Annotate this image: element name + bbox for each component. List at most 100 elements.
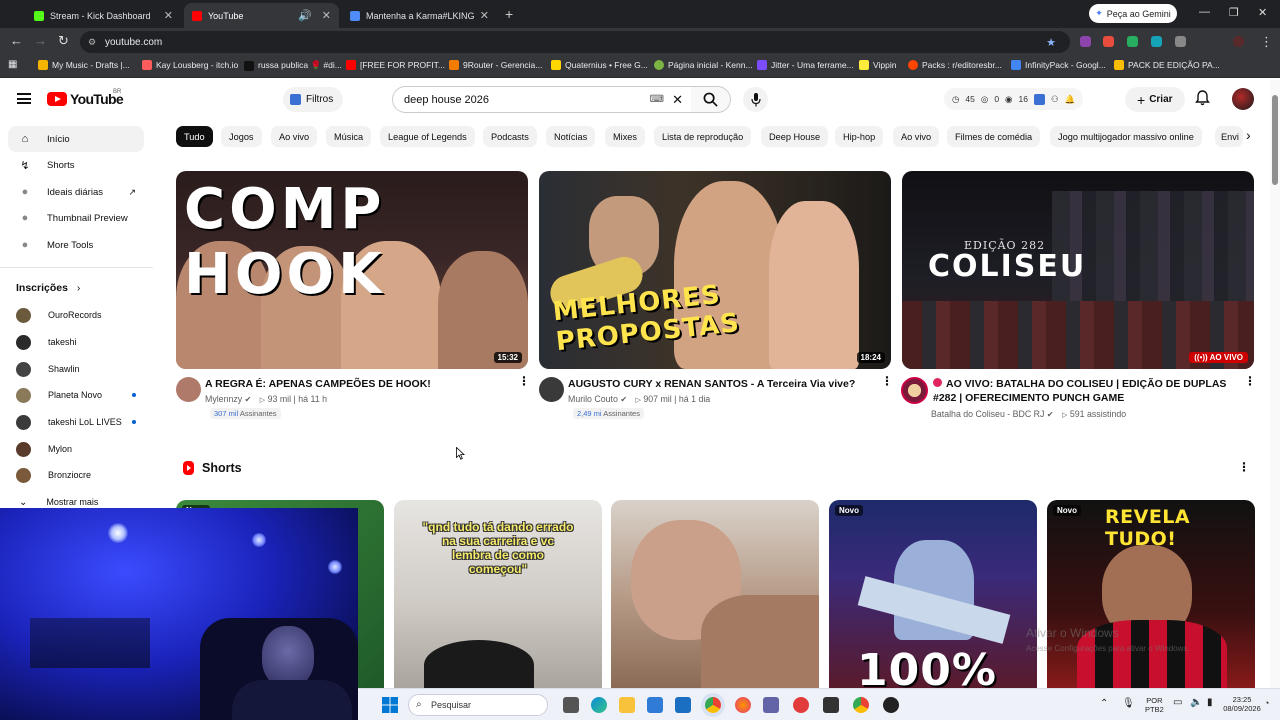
chip-hip-hop[interactable]: Hip-hop xyxy=(835,126,884,147)
sidebar-item-more-tools[interactable]: ● More Tools xyxy=(8,232,144,258)
chip-news[interactable]: Notícias xyxy=(546,126,596,147)
bookmark-item[interactable]: InfinityPack - Googl... xyxy=(1011,60,1106,70)
firefox-icon[interactable] xyxy=(735,697,751,713)
browser-tab-youtube[interactable]: YouTube 🔊 ✕ xyxy=(184,3,339,28)
short-card[interactable]: Novo REVELA TUDO! xyxy=(1047,500,1255,690)
chip-playlists[interactable]: Lista de reprodução xyxy=(654,126,752,147)
chip-live-2[interactable]: Ao vivo xyxy=(893,126,940,147)
chips-next-icon[interactable]: › xyxy=(1244,127,1251,143)
subscription-item[interactable]: takeshi xyxy=(8,331,144,353)
app-icon[interactable] xyxy=(793,697,809,713)
bookmark-item[interactable]: russa publica 🌹 #di... xyxy=(244,60,342,71)
subscription-item[interactable]: Mylon xyxy=(8,438,144,460)
subscription-item[interactable]: Planeta Novo xyxy=(8,384,144,406)
address-bar[interactable]: ⚙ youtube.com ★ xyxy=(80,31,1070,53)
edge-icon[interactable] xyxy=(591,697,607,713)
notification-center-icon[interactable]: ◔ xyxy=(1264,699,1269,708)
bookmark-item[interactable]: Kay Lousberg - itch.io xyxy=(142,60,238,70)
channel-avatar[interactable] xyxy=(539,377,564,402)
taskbar-search[interactable]: ⌕ Pesquisar xyxy=(408,694,548,716)
new-tab-button[interactable]: + xyxy=(505,6,513,22)
subscription-item[interactable]: OuroRecords xyxy=(8,304,144,326)
notifications-bell-icon[interactable] xyxy=(1195,90,1210,110)
video-title[interactable]: A REGRA É: APENAS CAMPEÕES DE HOOK! xyxy=(205,377,505,391)
extension-icon[interactable] xyxy=(1080,36,1091,47)
page-scrollbar[interactable] xyxy=(1270,80,1280,688)
browser-tab-karma[interactable]: Mantenha a Karma#LKING - Ab ✕ xyxy=(342,3,497,28)
speaker-icon[interactable]: 🔊 xyxy=(298,9,312,22)
bookmark-item[interactable]: [FREE FOR PROFIT... xyxy=(346,60,445,70)
video-thumbnail[interactable]: EDIÇÃO 282 COLISEU ((•)) AO VIVO xyxy=(902,171,1254,369)
short-card[interactable] xyxy=(611,500,819,690)
microphone-icon[interactable]: 🎙 xyxy=(1122,699,1135,709)
extension-icon[interactable] xyxy=(1151,36,1162,47)
subscription-item[interactable]: takeshi LoL LIVES xyxy=(8,411,144,433)
language-indicator[interactable]: POR PTB2 xyxy=(1145,696,1164,714)
minimize-icon[interactable]: — xyxy=(1199,6,1210,18)
chip-music[interactable]: Música xyxy=(326,126,372,147)
video-options-icon[interactable]: ⋮ xyxy=(1244,375,1256,387)
close-tab-icon[interactable]: ✕ xyxy=(322,9,331,22)
bookmark-item[interactable]: Página inicial - Kenn... xyxy=(654,60,753,70)
windows-start-icon[interactable] xyxy=(382,697,398,713)
close-tab-icon[interactable]: ✕ xyxy=(164,9,173,22)
chip-sent[interactable]: Envi xyxy=(1215,126,1243,147)
back-icon[interactable]: ← xyxy=(10,33,23,48)
bookmark-item[interactable]: PACK DE EDIÇÃO PA... xyxy=(1114,60,1220,70)
clock[interactable]: 23:25 08/09/2026 xyxy=(1220,695,1264,713)
teams-icon[interactable] xyxy=(763,697,779,713)
account-avatar[interactable] xyxy=(1232,88,1254,110)
bookmark-item[interactable]: Packs : r/editoresbr... xyxy=(908,60,1002,70)
create-button[interactable]: + Criar xyxy=(1125,87,1185,112)
task-view-icon[interactable] xyxy=(563,697,579,713)
short-card[interactable]: Novo 100% xyxy=(829,500,1037,690)
tray-chevron-icon[interactable]: ⌃ xyxy=(1100,699,1108,709)
video-thumbnail[interactable]: COMP HOOK 15:32 xyxy=(176,171,528,369)
puzzle-icon[interactable] xyxy=(1175,36,1186,47)
chip-league-of-legends[interactable]: League of Legends xyxy=(380,126,475,147)
youtube-logo[interactable]: YouTube xyxy=(47,91,124,107)
bookmark-item[interactable]: Vippin xyxy=(859,60,896,70)
video-title[interactable]: AUGUSTO CURY x RENAN SANTOS - A Terceira… xyxy=(568,377,868,391)
sidebar-item-thumbnail-preview[interactable]: ● Thumbnail Preview xyxy=(8,205,144,231)
bookmark-item[interactable]: Jitter - Uma ferrame... xyxy=(757,60,854,70)
short-card[interactable]: "qnd tudo tá dando errado na sua carreir… xyxy=(394,500,602,690)
app-icon[interactable] xyxy=(823,697,839,713)
store-icon[interactable] xyxy=(647,697,663,713)
close-tab-icon[interactable]: ✕ xyxy=(480,9,489,22)
extension-stats[interactable]: ◷ 45 ◎ 0 ◉ 16 ⚇ 🔔 xyxy=(944,88,1084,110)
channel-name[interactable]: Murilo Couto xyxy=(568,394,618,404)
app-icon[interactable] xyxy=(883,697,899,713)
extension-icon[interactable] xyxy=(1103,36,1114,47)
bookmark-item[interactable]: Quaternius • Free G... xyxy=(551,60,648,70)
app-icon[interactable] xyxy=(853,697,869,713)
close-window-icon[interactable]: ✕ xyxy=(1258,6,1267,19)
file-explorer-icon[interactable] xyxy=(619,697,635,713)
clear-search-icon[interactable]: ✕ xyxy=(672,92,683,108)
chip-podcasts[interactable]: Podcasts xyxy=(483,126,537,147)
menu-icon[interactable]: ⋮ xyxy=(1260,34,1273,50)
filters-button[interactable]: Filtros xyxy=(283,87,344,112)
search-button[interactable] xyxy=(691,86,731,113)
subscription-item[interactable]: Bronziocre xyxy=(8,464,144,486)
network-icon[interactable]: ▭ xyxy=(1173,698,1182,708)
forward-icon[interactable]: → xyxy=(34,33,47,48)
volume-icon[interactable]: 🔈 xyxy=(1190,698,1202,708)
site-info-icon[interactable]: ⚙ xyxy=(88,37,96,48)
video-options-icon[interactable]: ⋮ xyxy=(518,375,530,387)
bookmark-item[interactable]: 9Router - Gerencia... xyxy=(449,60,542,70)
chip-all[interactable]: Tudo xyxy=(176,126,213,147)
chip-deep-house[interactable]: Deep House xyxy=(761,126,829,147)
bookmark-star-icon[interactable]: ★ xyxy=(1046,36,1056,49)
video-options-icon[interactable]: ⋮ xyxy=(881,375,893,387)
channel-avatar[interactable] xyxy=(176,377,201,402)
subscriptions-heading[interactable]: Inscrições › xyxy=(16,282,80,294)
chip-mixes[interactable]: Mixes xyxy=(605,126,645,147)
extension-icon[interactable] xyxy=(1127,36,1138,47)
channel-name[interactable]: Mylennzy xyxy=(205,394,242,404)
reload-icon[interactable]: ↻ xyxy=(58,33,69,49)
subscription-item[interactable]: Shawlin xyxy=(8,358,144,380)
chip-live[interactable]: Ao vivo xyxy=(271,126,318,147)
search-input[interactable]: deep house 2026 ⌨ ✕ xyxy=(392,86,692,113)
channel-name[interactable]: Batalha do Coliseu - BDC RJ xyxy=(931,409,1044,419)
